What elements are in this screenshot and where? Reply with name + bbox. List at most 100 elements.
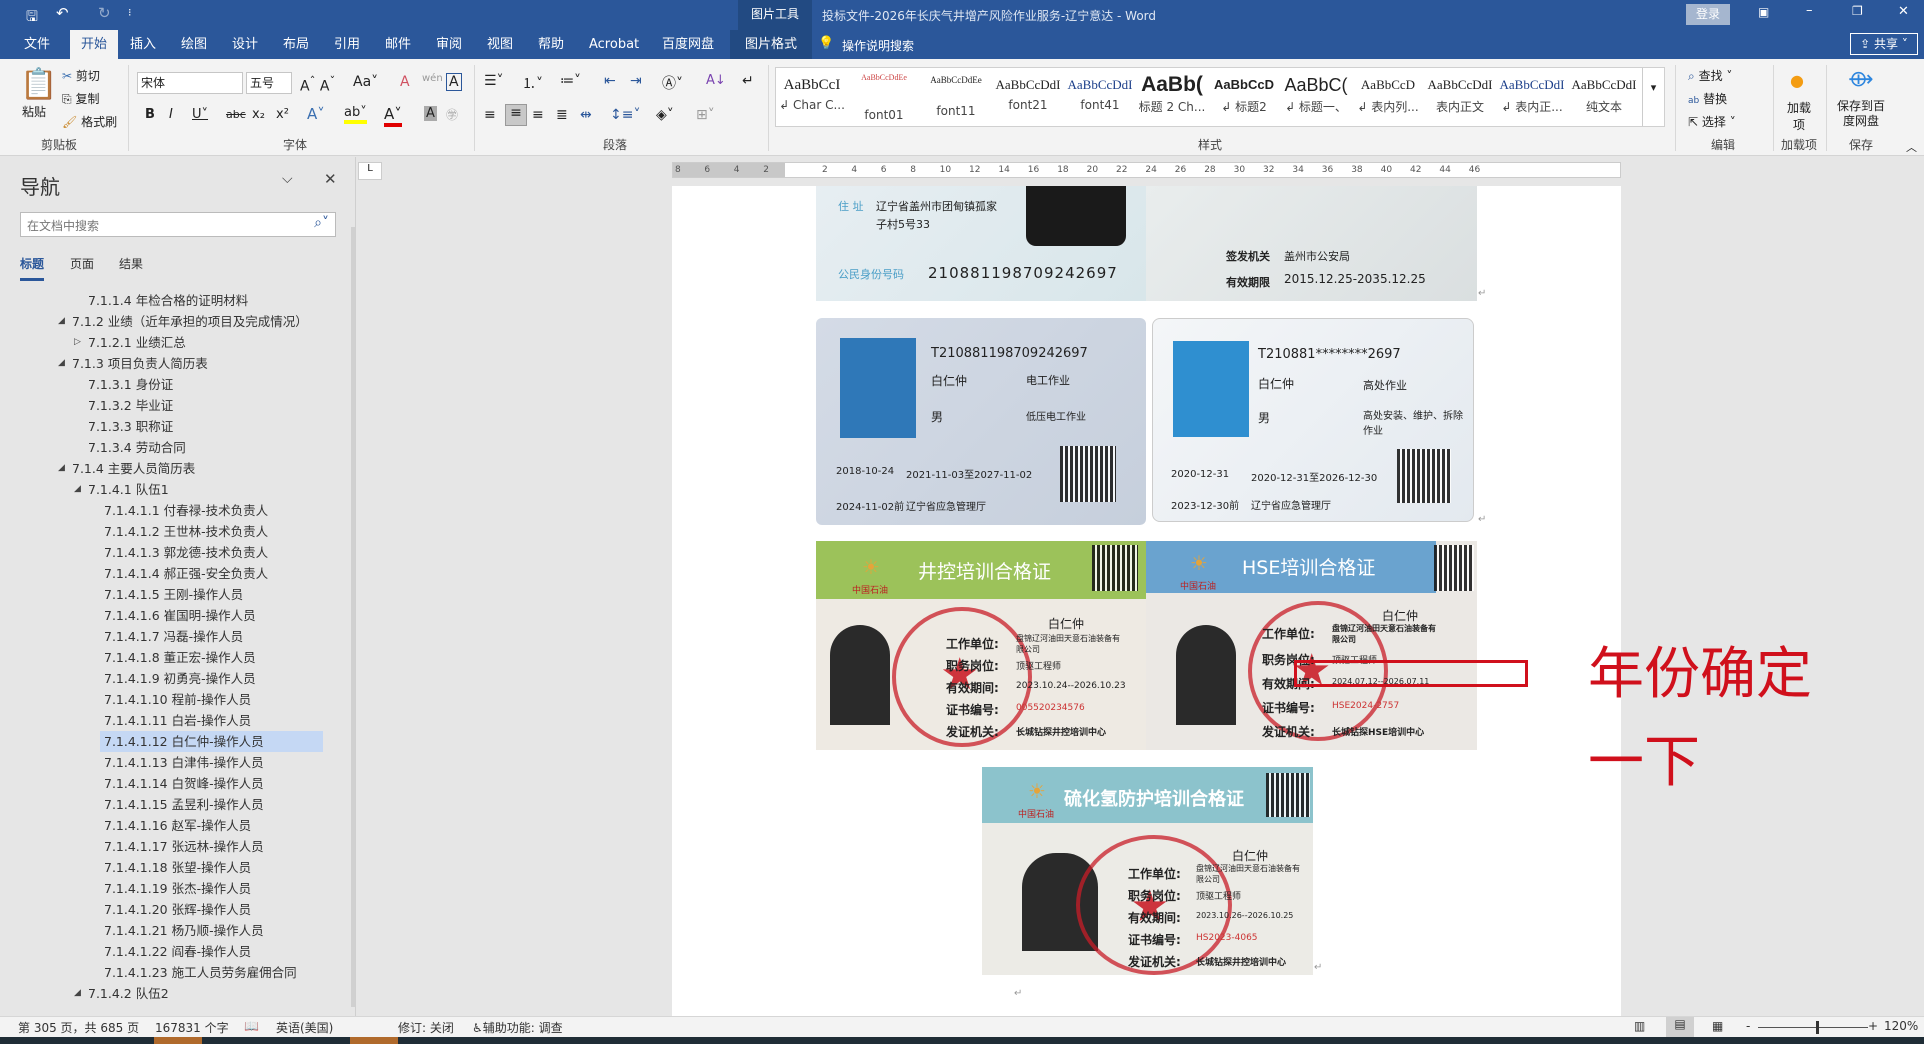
cut-button[interactable]: ✂ 剪切 [62,67,100,84]
tab-help[interactable]: 帮助 [532,30,570,59]
tab-home[interactable]: 开始 [70,30,118,59]
share-button[interactable]: ⇪ 共享 ˅ [1850,33,1918,55]
strikethrough-button[interactable]: abc [226,108,246,121]
nav-heading-item[interactable]: 7.1.4.1.9 初勇亮-操作人员 [100,668,256,689]
expanded-triangle-icon[interactable]: ◢ [74,988,81,998]
nav-heading-item[interactable]: 7.1.3.2 毕业证 [84,395,173,416]
ribbon-display-icon[interactable]: ▣ [1758,5,1769,19]
nav-search-input[interactable]: 在文档中搜索 ⌕˅ [20,212,336,237]
save-icon[interactable]: 🖫 [26,6,38,30]
nav-heading-item[interactable]: 7.1.4.1.16 赵军-操作人员 [100,815,251,836]
tab-design[interactable]: 设计 [226,30,264,59]
nav-tab-results[interactable]: 结果 [119,255,143,272]
collapsed-triangle-icon[interactable]: ▷ [74,337,81,347]
clear-format-icon[interactable]: A [400,74,410,90]
undo-icon[interactable]: ↶ [56,4,69,22]
nav-tab-headings[interactable]: 标题 [20,255,45,281]
nav-heading-item[interactable]: 7.1.1.4 年检合格的证明材料 [84,290,248,311]
collapse-ribbon-icon[interactable]: ︿ [1906,139,1917,155]
nav-heading-item[interactable]: 7.1.4.1.10 程前-操作人员 [100,689,251,710]
customize-icon[interactable]: ⁝ [128,6,132,19]
word-count[interactable]: 167831 个字 [155,1019,229,1036]
italic-button[interactable]: I [169,107,173,122]
tab-picture-format[interactable]: 图片格式 [730,30,812,59]
nav-heading-item[interactable]: 7.1.4.1.21 杨乃顺-操作人员 [100,920,264,941]
increase-indent-icon[interactable]: ⇥ [630,73,642,89]
underline-button[interactable]: U˅ [192,107,208,122]
nav-heading-item[interactable]: 7.1.4.1.1 付春禄-技术负责人 [100,500,268,521]
multilevel-list-icon[interactable]: ≔˅ [560,73,581,89]
expanded-triangle-icon[interactable]: ◢ [74,484,81,494]
tab-view[interactable]: 视图 [481,30,519,59]
nav-heading-item[interactable]: 7.1.4.1.2 王世林-技术负责人 [100,521,268,542]
nav-heading-item[interactable]: 7.1.4.1.13 白津伟-操作人员 [100,752,264,773]
nav-heading-item[interactable]: 7.1.4 主要人员简历表 [68,458,195,479]
nav-heading-item[interactable]: 7.1.4.1.18 张望-操作人员 [100,857,251,878]
nav-heading-item[interactable]: 7.1.4.2 队伍2 [84,983,169,1004]
taskbar-app[interactable] [154,1037,202,1044]
nav-heading-item[interactable]: 7.1.2.1 业绩汇总 [84,332,186,353]
tab-references[interactable]: 引用 [328,30,366,59]
tab-acrobat[interactable]: Acrobat [583,30,645,59]
nav-heading-item[interactable]: 7.1.4.1.20 张辉-操作人员 [100,899,251,920]
restore-icon[interactable]: ❐ [1852,4,1863,18]
decrease-indent-icon[interactable]: ⇤ [604,73,616,89]
shading-icon[interactable]: ◈˅ [656,107,674,123]
proofing-icon[interactable]: 📖 [244,1019,259,1033]
minimize-icon[interactable]: – [1806,3,1813,18]
nav-heading-item[interactable]: 7.1.4.1.15 孟昱利-操作人员 [100,794,264,815]
close-icon[interactable]: ✕ [1898,4,1909,19]
nav-heading-item[interactable]: 7.1.4.1.4 郝正强-安全负责人 [100,563,268,584]
zoom-level[interactable]: 120% [1884,1019,1918,1033]
nav-heading-item[interactable]: 7.1.4.1.23 施工人员劳务雇佣合同 [100,962,297,983]
read-mode-icon[interactable]: ▥ [1634,1019,1645,1033]
nav-heading-item[interactable]: 7.1.3 项目负责人简历表 [68,353,208,374]
numbering-icon[interactable]: ⒈˅ [522,73,543,93]
nav-scrollbar[interactable] [351,227,355,1007]
nav-options-chevron-icon[interactable]: ⌵ [282,171,293,187]
character-border-icon[interactable]: A [446,73,462,91]
track-changes-status[interactable]: 修订: 关闭 [398,1019,454,1036]
nav-close-icon[interactable]: ✕ [324,170,337,188]
login-button[interactable]: 登录 [1686,4,1730,25]
zoom-out-button[interactable]: - [1746,1019,1750,1033]
nav-heading-item[interactable]: 7.1.3.4 劳动合同 [84,437,186,458]
nav-heading-item[interactable]: 7.1.4.1.6 崔国明-操作人员 [100,605,256,626]
style-heading1[interactable]: AaBbC(↲ 标题一、 [1280,68,1352,126]
borders-icon[interactable]: ⊞˅ [696,107,715,123]
tell-me-search[interactable]: 操作说明搜索 [842,37,914,54]
zoom-in-button[interactable]: + [1868,1019,1878,1033]
style-plain-text[interactable]: AaBbCcDdI 纯文本 [1568,68,1640,126]
tab-file[interactable]: 文件 [18,30,56,59]
styles-more-button[interactable]: ▾ [1642,68,1664,126]
web-layout-icon[interactable]: ▦ [1712,1019,1723,1033]
replace-button[interactable]: ab 替换 [1688,90,1727,107]
text-effects-icon[interactable]: A˅ [307,105,325,123]
style-font01[interactable]: AaBbCcDdEe font01 [848,68,920,126]
print-layout-icon[interactable]: ▤ [1666,1017,1694,1037]
tab-baidu-netdisk[interactable]: 百度网盘 [656,30,720,59]
style-font21[interactable]: AaBbCcDdI font21 [992,68,1064,126]
expanded-triangle-icon[interactable]: ◢ [58,358,65,368]
redo-icon[interactable]: ↻ [98,4,111,22]
expanded-triangle-icon[interactable]: ◢ [58,463,65,473]
nav-heading-item[interactable]: 7.1.4.1.22 阎春-操作人员 [100,941,251,962]
accessibility-status[interactable]: ♿辅助功能: 调查 [472,1019,563,1036]
addins-button[interactable]: 加载项 [1786,99,1812,133]
nav-heading-item[interactable]: 7.1.4.1.12 白仁仲-操作人员 [100,731,323,752]
tab-layout[interactable]: 布局 [277,30,315,59]
copy-button[interactable]: ⎘ 复制 [62,90,99,107]
taskbar-app[interactable] [350,1037,398,1044]
paste-button[interactable]: 粘贴 [22,103,46,120]
style-heading2-char[interactable]: AaBb(标题 2 Ch... [1136,68,1208,126]
chinese-layout-icon[interactable]: Ⓐ˅ [662,73,683,93]
search-icon[interactable]: ⌕˅ [314,215,329,231]
nav-heading-item[interactable]: 7.1.4.1.7 冯磊-操作人员 [100,626,243,647]
expanded-triangle-icon[interactable]: ◢ [58,316,65,326]
tab-review[interactable]: 审阅 [430,30,468,59]
font-size-select[interactable]: 五号 [246,72,292,94]
nav-heading-item[interactable]: 7.1.3.1 身份证 [84,374,173,395]
zoom-slider[interactable] [1758,1027,1868,1028]
grow-font-icon[interactable]: Aˆ Aˇ [300,74,335,95]
nav-heading-item[interactable]: 7.1.4.1.19 张杰-操作人员 [100,878,251,899]
